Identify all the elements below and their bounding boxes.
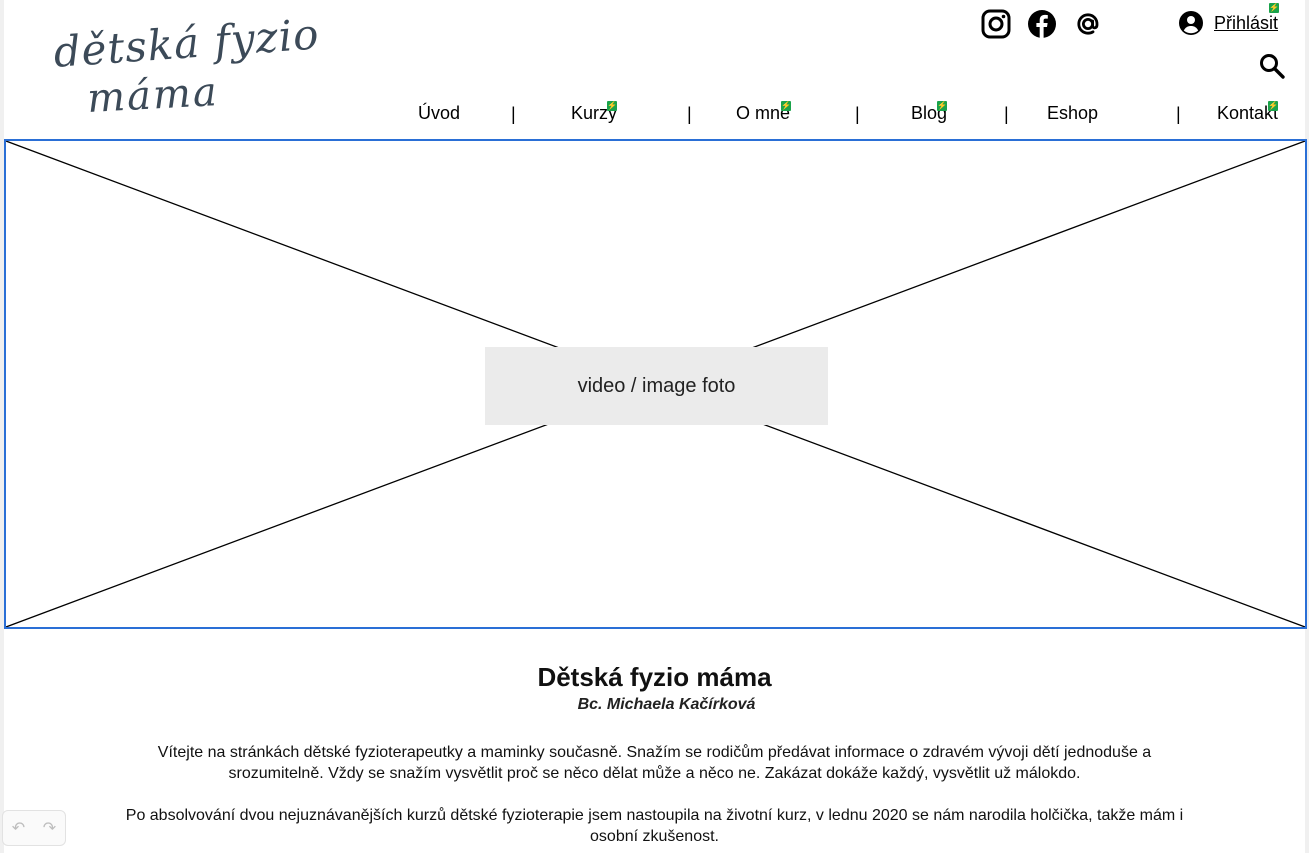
nav-separator: |	[1004, 104, 1009, 124]
user-account-icon[interactable]	[1178, 10, 1204, 36]
edit-badge-icon: ⚡	[1268, 101, 1278, 111]
nav-item-kontakt[interactable]: Kontakt ⚡	[1217, 101, 1278, 124]
edit-badge-icon: ⚡	[937, 101, 947, 111]
nav-item-kurzy[interactable]: Kurzy ⚡	[571, 101, 617, 124]
nav-item-blog[interactable]: Blog ⚡	[911, 101, 947, 124]
hero-placeholder-label: video / image foto	[485, 347, 828, 425]
nav-separator: |	[855, 104, 860, 124]
edit-badge-icon: ⚡	[607, 101, 617, 111]
hero-media-placeholder[interactable]: video / image foto	[4, 139, 1307, 629]
nav-separator: |	[687, 104, 692, 124]
author-name: Bc. Michaela Kačírková	[577, 696, 756, 713]
hero-placeholder-text: video / image foto	[577, 374, 736, 397]
nav-item-o-mne[interactable]: O mne ⚡	[736, 101, 791, 124]
nav-item-eshop[interactable]: Eshop	[1047, 103, 1098, 124]
edit-badge-icon: ⚡	[781, 101, 791, 111]
login-link[interactable]: Přihlásit ⚡	[1214, 2, 1280, 34]
nav-item-uvod[interactable]: Úvod	[418, 103, 460, 124]
intro-section: Dětská fyzio máma Bc. Michaela Kačírková…	[0, 660, 1309, 847]
main-navigation: Úvod | Kurzy ⚡ | O mne ⚡ | Blog ⚡ | Eshop |…	[0, 101, 1309, 129]
social-links	[980, 8, 1104, 40]
login-label: Přihlásit	[1214, 12, 1279, 33]
facebook-icon[interactable]	[1026, 8, 1058, 40]
nav-separator: |	[1176, 104, 1181, 124]
undo-redo-toolbar: ↶ ↷	[2, 810, 66, 846]
search-icon[interactable]	[1258, 52, 1286, 80]
logo-line-1: dětská fyzio	[52, 9, 321, 77]
instagram-icon[interactable]	[980, 8, 1012, 40]
edit-badge-icon: ⚡	[1269, 2, 1280, 13]
at-icon[interactable]	[1072, 8, 1104, 40]
page-title: Dětská fyzio máma	[537, 662, 772, 692]
intro-paragraph-2: Po absolvování dvou nejuznávanějších kur…	[125, 807, 1184, 845]
nav-label: Úvod	[418, 103, 461, 123]
redo-icon[interactable]: ↷	[43, 818, 56, 838]
nav-separator: |	[511, 104, 516, 124]
login-area: Přihlásit ⚡	[1178, 2, 1280, 36]
undo-icon[interactable]: ↶	[12, 818, 25, 838]
intro-paragraph-1: Vítejte na stránkách dětské fyzioterapeu…	[157, 744, 1152, 782]
nav-label: Eshop	[1047, 103, 1099, 123]
